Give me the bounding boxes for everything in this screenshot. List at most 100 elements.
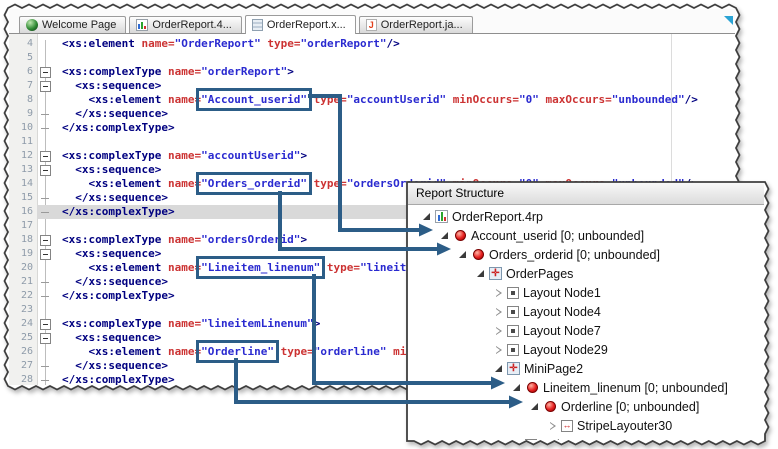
code-line-7[interactable]: 7 <xs:sequence>: [9, 79, 735, 93]
tree-item-stripelayouter32[interactable]: ↔StripeLayouter32: [408, 435, 764, 440]
tree-item-layout-node29[interactable]: Layout Node29: [408, 340, 764, 359]
red-node-icon: [471, 248, 485, 262]
tree-expanded-icon[interactable]: [456, 251, 469, 258]
tree-item-label: Account_userid [0; unbounded]: [471, 229, 644, 243]
tree-item-layout-node1[interactable]: Layout Node1: [408, 283, 764, 302]
fold-collapse-icon[interactable]: [37, 317, 54, 331]
report-file-icon: [435, 210, 448, 223]
code-line-10[interactable]: 10</xs:complexType>: [9, 121, 735, 135]
fold-marker: [37, 191, 54, 205]
line-number: 16: [9, 205, 37, 219]
code-line-4[interactable]: 4<xs:element name="OrderReport" type="or…: [9, 37, 735, 51]
tab-orderreport-4[interactable]: OrderReport.4...: [129, 16, 241, 33]
tree-item-orderline-0-unbounded[interactable]: Orderline [0; unbounded]: [408, 397, 764, 416]
line-number: 24: [9, 317, 37, 331]
fold-collapse-icon[interactable]: [37, 233, 54, 247]
code-text: <xs:complexType name="orderReport">: [54, 65, 735, 79]
code-line-9[interactable]: 9 </xs:sequence>: [9, 107, 735, 121]
tree-expanded-icon[interactable]: [438, 232, 451, 239]
tree-item-label: StripeLayouter30: [577, 419, 672, 433]
tree-expanded-icon[interactable]: [420, 213, 433, 220]
fold-collapse-icon[interactable]: [37, 149, 54, 163]
layout-node-icon: [507, 306, 519, 318]
code-line-5[interactable]: 5: [9, 51, 735, 65]
code-line-8[interactable]: 8 <xs:element name="Account_userid" type…: [9, 93, 735, 107]
line-number: 10: [9, 121, 37, 135]
fold-collapse-icon[interactable]: [37, 79, 54, 93]
tree-item-label: Orderline [0; unbounded]: [561, 400, 699, 414]
code-line-13[interactable]: 13 <xs:sequence>: [9, 163, 735, 177]
code-line-11[interactable]: 11: [9, 135, 735, 149]
highlight-box: "Orders_orderid": [201, 177, 307, 190]
code-text: <xs:complexType name="accountUserid">: [54, 149, 735, 163]
tree-collapsed-icon[interactable]: [492, 346, 505, 354]
fold-marker: [37, 289, 54, 303]
tree-collapsed-icon[interactable]: [492, 289, 505, 297]
code-line-12[interactable]: 12<xs:complexType name="accountUserid">: [9, 149, 735, 163]
tree-expanded-icon[interactable]: [510, 384, 523, 391]
fold-marker: [37, 93, 54, 107]
line-number: 19: [9, 247, 37, 261]
code-text: <xs:sequence>: [54, 163, 735, 177]
xml-file-icon: [252, 19, 263, 31]
fold-marker: [37, 345, 54, 359]
page-container-icon: ✛: [507, 362, 520, 375]
tree-item-label: Layout Node7: [523, 324, 601, 338]
tree-item-lineitem-linenum-0-unbounded[interactable]: Lineitem_linenum [0; unbounded]: [408, 378, 764, 397]
tree-item-layout-node4[interactable]: Layout Node4: [408, 302, 764, 321]
tree-expanded-icon[interactable]: [492, 365, 505, 372]
code-text: <xs:sequence>: [54, 79, 735, 93]
code-text: [54, 135, 735, 149]
page-container-icon: ✛: [489, 267, 502, 280]
tree-collapsed-icon[interactable]: [492, 308, 505, 316]
tab-orderreport-x[interactable]: OrderReport.x...: [245, 15, 356, 34]
java-file-icon: J: [366, 19, 377, 31]
tree-expanded-icon[interactable]: [474, 270, 487, 277]
code-line-6[interactable]: 6 <xs:complexType name="orderReport">: [9, 65, 735, 79]
line-number: 7: [9, 79, 37, 93]
tree-expanded-icon[interactable]: [528, 403, 541, 410]
line-number: 5: [9, 51, 37, 65]
red-node-icon: [543, 400, 557, 414]
tab-welcome-page[interactable]: Welcome Page: [19, 16, 126, 33]
code-text: </xs:sequence>: [54, 107, 735, 121]
tab-label: OrderReport.4...: [152, 19, 231, 31]
line-number: 4: [9, 37, 37, 51]
tree-item-label: OrderPages: [506, 267, 573, 281]
tab-orderreport-ja[interactable]: JOrderReport.ja...: [359, 16, 473, 33]
layout-node-icon: [507, 344, 519, 356]
line-number: 6: [9, 65, 37, 79]
report-file-icon: [136, 19, 148, 31]
tab-bar: Welcome Page OrderReport.4... OrderReport.…: [9, 9, 735, 34]
tree-item-label: StripeLayouter32: [541, 438, 636, 441]
red-node-icon: [525, 381, 539, 395]
line-number: 14: [9, 177, 37, 191]
panel-title: Report Structure: [408, 183, 764, 205]
structure-tree: OrderReport.4rp Account_userid [0; unboun…: [408, 205, 764, 440]
fold-marker: [37, 219, 54, 233]
tree-item-stripelayouter30[interactable]: ↔StripeLayouter30: [408, 416, 764, 435]
tree-item-account-userid-0-unbounded[interactable]: Account_userid [0; unbounded]: [408, 226, 764, 245]
tree-item-layout-node7[interactable]: Layout Node7: [408, 321, 764, 340]
line-number: 27: [9, 359, 37, 373]
fold-collapse-icon[interactable]: [37, 247, 54, 261]
line-number: 17: [9, 219, 37, 233]
tree-item-orderpages[interactable]: ✛ OrderPages: [408, 264, 764, 283]
tree-item-label: Layout Node29: [523, 343, 608, 357]
fold-marker: [37, 37, 54, 51]
highlight-box: "Lineitem_linenum": [201, 261, 320, 274]
tree-item-minipage2[interactable]: ✛MiniPage2: [408, 359, 764, 378]
tab-overflow-indicator-icon[interactable]: [724, 16, 733, 25]
line-number: 25: [9, 331, 37, 345]
tree-item-orders-orderid-0-unbounded[interactable]: Orders_orderid [0; unbounded]: [408, 245, 764, 264]
tab-label: OrderReport.x...: [267, 19, 346, 31]
tree-item-label: Layout Node4: [523, 305, 601, 319]
tree-collapsed-icon[interactable]: [546, 422, 559, 430]
line-number: 22: [9, 289, 37, 303]
tree-item-orderreport-4rp[interactable]: OrderReport.4rp: [408, 207, 764, 226]
fold-collapse-icon[interactable]: [37, 163, 54, 177]
code-text: [54, 51, 735, 65]
fold-collapse-icon[interactable]: [37, 65, 54, 79]
tree-collapsed-icon[interactable]: [492, 327, 505, 335]
fold-collapse-icon[interactable]: [37, 331, 54, 345]
